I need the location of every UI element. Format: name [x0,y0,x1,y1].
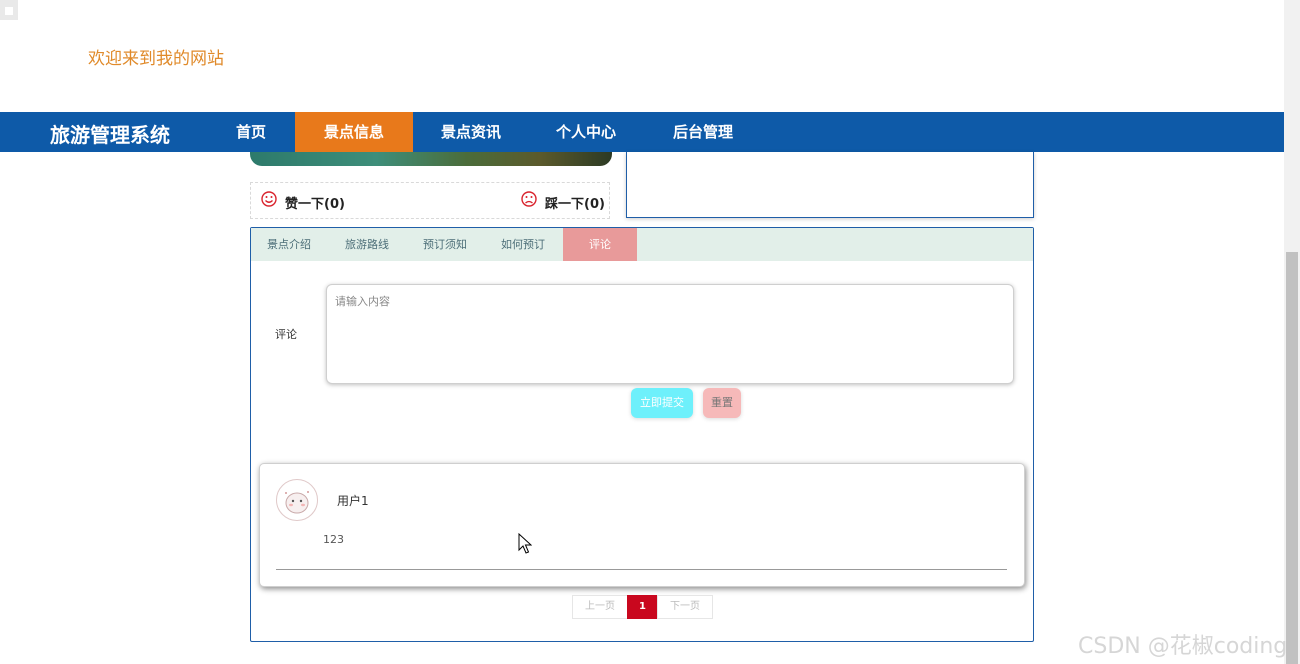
dislike-button[interactable]: 踩一下(0) [545,193,605,212]
tab-routes[interactable]: 旅游路线 [329,228,405,261]
comment-item: 用户1 123 [259,463,1025,587]
tab-comments[interactable]: 评论 [563,228,637,261]
comment-input[interactable] [326,284,1014,384]
nav-item-news[interactable]: 景点资讯 [413,112,529,152]
site-brand: 旅游管理系统 [50,123,170,147]
vote-box: 赞一下(0) 踩一下(0) [250,182,610,219]
nav-item-admin[interactable]: 后台管理 [646,112,760,152]
detail-panel: 景点介绍 旅游路线 预订须知 如何预订 评论 评论 立即提交 重置 用户1 12… [250,227,1034,642]
welcome-text: 欢迎来到我的网站 [88,49,224,69]
nav-item-profile[interactable]: 个人中心 [530,112,642,152]
nav-item-home[interactable]: 首页 [210,112,292,152]
avatar [276,479,318,521]
navbar: 旅游管理系统 首页 景点信息 景点资讯 个人中心 后台管理 [0,112,1284,152]
avatar-icon [278,481,316,519]
nav-item-attractions[interactable]: 景点信息 [295,112,413,152]
tab-booking-notice[interactable]: 预订须知 [407,228,483,261]
frown-icon[interactable] [521,191,537,207]
info-box [626,152,1034,218]
comment-text: 123 [323,533,344,546]
scrollbar-thumb[interactable] [1286,252,1298,664]
comment-label: 评论 [275,328,297,341]
detail-tabs: 景点介绍 旅游路线 预订须知 如何预订 评论 [251,228,1033,261]
comment-username: 用户1 [337,494,369,508]
window-corner-icon [0,0,18,20]
next-page-button[interactable]: 下一页 [657,595,713,619]
prev-page-button[interactable]: 上一页 [572,595,628,619]
page-scrollbar[interactable] [1284,0,1300,664]
like-button[interactable]: 赞一下(0) [285,193,345,212]
tab-intro[interactable]: 景点介绍 [251,228,327,261]
tab-how-to-book[interactable]: 如何预订 [485,228,561,261]
submit-button[interactable]: 立即提交 [631,388,693,418]
mouse-cursor-icon [518,533,532,554]
page-number-current[interactable]: 1 [627,595,658,619]
attraction-photo [250,152,612,166]
comment-divider [276,569,1007,570]
smile-icon[interactable] [261,191,277,207]
watermark: CSDN @花椒coding [1078,634,1288,659]
reset-button[interactable]: 重置 [703,388,741,418]
